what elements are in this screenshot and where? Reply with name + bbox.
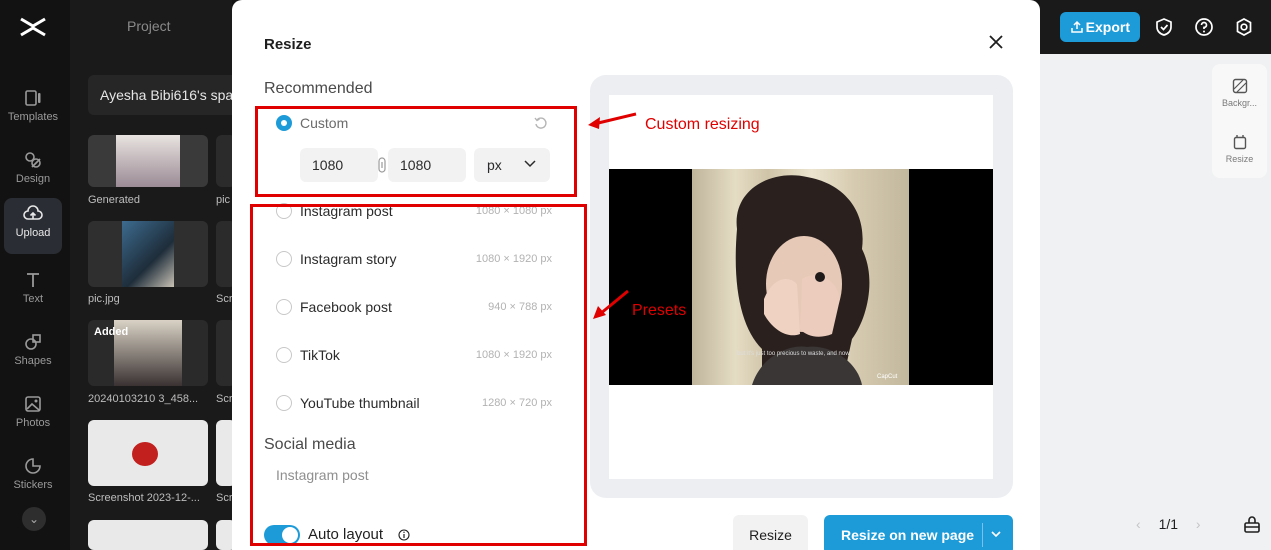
media-thumbnail[interactable] (88, 221, 208, 287)
text-icon (27, 273, 39, 287)
project-panel: Project Ayesha Bibi616's space Generated… (70, 0, 248, 550)
resize-tool[interactable]: Resize (1212, 134, 1267, 164)
export-icon (1071, 20, 1083, 33)
chevron-down-icon: ⌄ (28, 512, 40, 526)
shield-icon[interactable] (1154, 17, 1174, 37)
resize-on-new-page-button[interactable]: Resize on new page (824, 515, 1013, 550)
thumbnail-label: Screenshot 2023-12-... (88, 492, 200, 504)
background-tool[interactable]: Backgr... (1212, 78, 1267, 108)
resize-button[interactable]: Resize (733, 515, 808, 550)
close-icon[interactable] (988, 34, 1004, 50)
page-navigator: ‹ 1/1 › (1122, 516, 1215, 532)
nav-stickers[interactable]: Stickers (4, 450, 62, 508)
media-thumbnail[interactable] (88, 420, 208, 486)
more-nav-button[interactable]: ⌄ (22, 507, 46, 531)
media-thumbnail[interactable]: Added (88, 320, 208, 386)
nav-design[interactable]: Design (4, 144, 62, 202)
right-toolbar: Backgr... Resize (1212, 64, 1267, 178)
nav-label: Stickers (13, 479, 53, 491)
nav-text[interactable]: Text (4, 264, 62, 322)
thumbnail-label: Scr (216, 393, 233, 405)
video-caption: but it's just too precious to waste, and… (737, 351, 850, 357)
nav-photos[interactable]: Photos (4, 388, 62, 446)
annotation-presets: Presets (632, 302, 687, 319)
thumbnail-label: Scr (216, 492, 233, 504)
resize-icon (1233, 135, 1246, 150)
nav-label: Text (22, 293, 44, 305)
thumbnail-label: 20240103210 3_458... (88, 393, 199, 405)
thumbnail-label: Scr (216, 293, 233, 305)
annotation-arrow-icon (593, 289, 629, 319)
photos-icon (25, 396, 41, 412)
nav-shapes[interactable]: Shapes (4, 326, 62, 384)
thumbnail-label: pic.jpg (88, 293, 120, 305)
thumbnail-label: Generated (88, 194, 140, 206)
bag-icon[interactable] (1243, 516, 1261, 534)
nav-upload[interactable]: Upload (4, 198, 62, 254)
gear-icon[interactable] (1234, 17, 1254, 37)
nav-label: Shapes (14, 355, 52, 367)
templates-icon (25, 90, 41, 106)
annotation-box-presets (250, 204, 587, 546)
button-divider (982, 523, 983, 547)
design-icon (25, 152, 41, 168)
export-label: Export (1085, 19, 1130, 35)
left-sidebar: Templates Design Upload Text Shapes Phot… (0, 0, 70, 550)
dialog-title: Resize (264, 36, 312, 53)
tool-label: Resize (1225, 154, 1254, 164)
annotation-custom-resizing: Custom resizing (645, 116, 760, 133)
space-selector[interactable]: Ayesha Bibi616's space (88, 75, 248, 115)
added-badge: Added (94, 326, 129, 338)
nav-label: Upload (15, 227, 51, 239)
tool-label: Backgr... (1221, 98, 1257, 108)
watermark-text: CapCut (877, 374, 898, 380)
preview-image: but it's just too precious to waste, and… (609, 169, 993, 385)
panel-title: Project (127, 18, 171, 34)
upload-icon (23, 205, 43, 220)
page-indicator: 1/1 (1158, 516, 1179, 532)
media-thumbnail[interactable] (88, 520, 208, 550)
help-icon[interactable] (1194, 17, 1214, 37)
prev-page-icon[interactable]: ‹ (1136, 516, 1141, 532)
export-button[interactable]: Export (1060, 12, 1140, 42)
next-page-icon[interactable]: › (1196, 516, 1201, 532)
media-thumbnail[interactable] (88, 135, 208, 187)
stickers-icon (25, 458, 41, 474)
thumbnail-label: pic (216, 194, 231, 206)
annotation-box-custom (255, 106, 577, 197)
background-icon (1232, 78, 1247, 94)
nav-label: Templates (7, 111, 59, 123)
nav-label: Design (15, 173, 51, 185)
nav-templates[interactable]: Templates (4, 82, 62, 140)
recommended-heading: Recommended (264, 80, 373, 97)
nav-label: Photos (15, 417, 51, 429)
resize-new-label: Resize on new page (841, 527, 975, 543)
annotation-arrow-icon (588, 112, 637, 129)
shapes-icon (25, 334, 41, 350)
chevron-down-icon[interactable] (991, 531, 1001, 538)
capcut-logo-icon (20, 17, 46, 37)
